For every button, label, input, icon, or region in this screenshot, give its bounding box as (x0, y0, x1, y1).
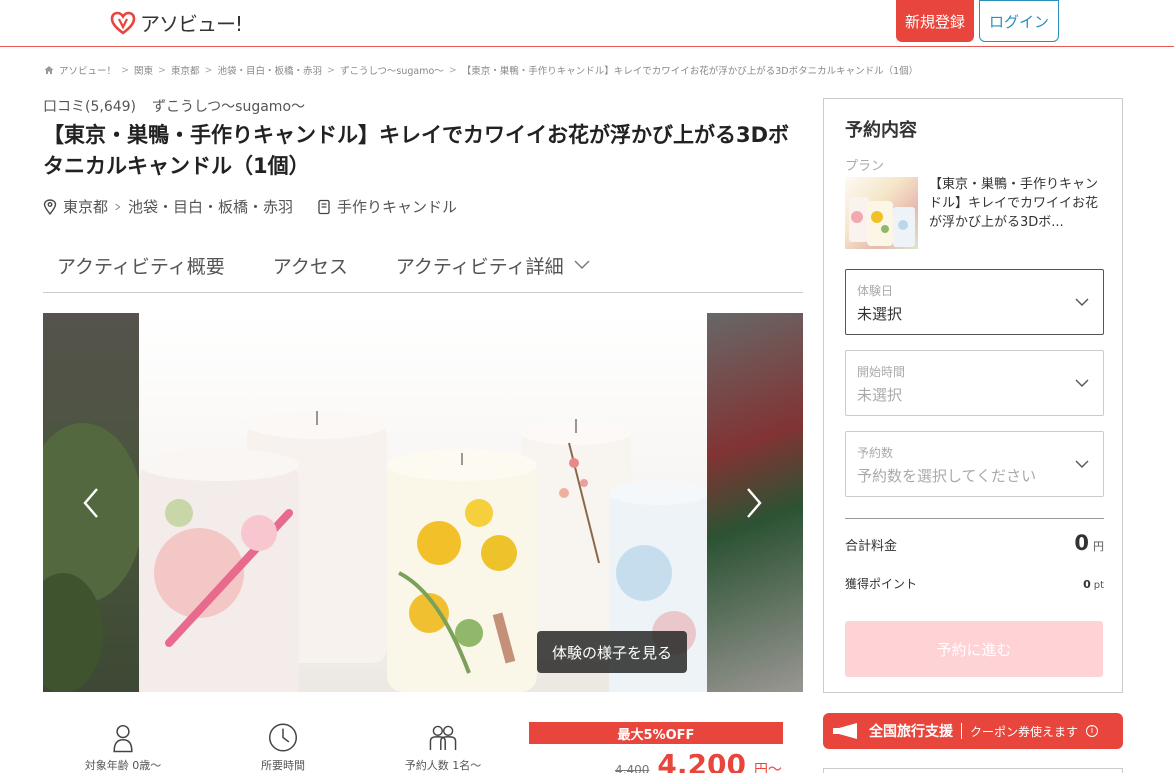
breadcrumb-separator: > (204, 64, 213, 76)
chevron-down-icon (574, 260, 590, 269)
group-icon (429, 725, 457, 751)
breadcrumb: アソビュー！ > 関東 > 東京都 > 池袋・目白・板橋・赤羽 > ずこうしつ〜… (44, 63, 918, 77)
site-header: アソビュー! 新規登録 ログイン (0, 0, 1174, 47)
date-select-value: 未選択 (857, 305, 903, 323)
points-label: 獲得ポイント (845, 577, 918, 591)
reserve-button[interactable]: 予約に進む (845, 621, 1103, 677)
chevron-down-icon (1075, 379, 1089, 387)
tab-overview[interactable]: アクティビティ概要 (43, 252, 225, 279)
total-amount: 0円 (1074, 531, 1104, 555)
tab-details[interactable]: アクティビティ詳細 (382, 252, 590, 279)
plan-thumbnail (845, 177, 918, 249)
breadcrumb-item-shop[interactable]: ずこうしつ〜sugamo〜 (340, 63, 444, 77)
activity-tabs: アクティビティ概要 アクセス アクティビティ詳細 (43, 238, 803, 293)
person-icon (113, 724, 133, 753)
chevron-down-icon (1075, 460, 1089, 468)
discount-badge: 最大5%OFF (529, 722, 783, 744)
breadcrumb-item-current: 【東京・巣鴨・手作りキャンドル】キレイでカワイイお花が浮かび上がる3Dボタニカル… (461, 66, 919, 77)
chevron-right-icon[interactable] (738, 483, 768, 523)
count-select-label: 予約数 (857, 446, 894, 460)
date-select[interactable]: 体験日 未選択 (845, 269, 1104, 335)
photo-carousel[interactable]: 体験の様子を見る (43, 313, 803, 692)
tab-label: アクセス (272, 255, 348, 278)
chevron-right-icon (115, 203, 121, 210)
view-experience-button[interactable]: 体験の様子を見る (537, 631, 687, 673)
points-amount: 0 pt (1083, 573, 1104, 592)
breadcrumb-separator: > (121, 64, 129, 76)
total-unit: 円 (1093, 540, 1104, 553)
travel-support-banner[interactable]: 全国旅行支援 クーポン券使えます i (823, 713, 1123, 749)
tab-label: アクティビティ詳細 (395, 255, 564, 278)
original-price: 4,400 (615, 763, 650, 773)
time-select-label: 開始時間 (857, 365, 906, 379)
breadcrumb-item-region[interactable]: 関東 (134, 63, 153, 77)
breadcrumb-item-home[interactable]: アソビュー！ (59, 63, 116, 77)
group-label: 予約人数 1名〜 (404, 759, 482, 772)
duration-label: 所要時間 (261, 759, 305, 772)
area-prefecture-link[interactable]: 東京都 (63, 196, 108, 217)
logo[interactable]: アソビュー! (110, 8, 243, 37)
count-select[interactable]: 予約数 予約数を選択してください (845, 431, 1104, 497)
points-value: 0 (1083, 578, 1091, 591)
tab-label: アクティビティ概要 (57, 255, 225, 278)
category-link[interactable]: 手作りキャンドル (337, 196, 457, 217)
next-panel-edge (823, 768, 1123, 773)
travel-banner-subtitle: クーポン券使えます (970, 724, 1079, 739)
login-button[interactable]: ログイン (979, 0, 1059, 42)
breadcrumb-separator: > (448, 64, 457, 76)
category-book-icon (318, 199, 330, 214)
divider (845, 518, 1104, 519)
breadcrumb-separator: > (326, 64, 335, 76)
review-count-link[interactable]: 口コミ(5,649) (43, 96, 136, 116)
heart-logo-icon (110, 11, 136, 35)
breadcrumb-item-prefecture[interactable]: 東京都 (171, 63, 200, 77)
logo-text: アソビュー! (140, 12, 243, 36)
plan-text[interactable]: 【東京・巣鴨・手作りキャンドル】キレイでカワイイお花が浮かび上がる3Dボ... (929, 175, 1103, 232)
activity-info-icons: 対象年齢 0歳〜 所要時間 予約人数 1名〜 (43, 722, 523, 773)
chevron-down-icon (1075, 298, 1089, 306)
travel-banner-title: 全国旅行支援 (869, 724, 953, 740)
breadcrumb-separator: > (158, 64, 166, 76)
location-pin-icon (43, 198, 57, 215)
sale-price: 4,200 (657, 748, 746, 773)
duration-info: 所要時間 (203, 722, 363, 773)
shop-name-link[interactable]: ずこうしつ〜sugamo〜 (152, 96, 305, 116)
total-label: 合計料金 (845, 539, 898, 554)
points-unit: pt (1093, 580, 1104, 591)
time-select-value: 未選択 (857, 386, 903, 404)
price-box: 最大5%OFF 4,400 4,200 円〜 (529, 722, 783, 773)
plan-label: プラン (845, 159, 885, 174)
divider (961, 723, 962, 739)
info-icon[interactable]: i (1086, 725, 1099, 737)
booking-panel: 予約内容 プラン 【東京・巣鴨・手作りキャンドル】キレイでカワイイお花が浮かび上… (823, 98, 1123, 693)
breadcrumb-item-area[interactable]: 池袋・目白・板橋・赤羽 (217, 63, 322, 77)
booking-title: 予約内容 (845, 120, 917, 141)
total-row: 合計料金 0円 (845, 531, 1104, 555)
megaphone-icon (833, 723, 857, 739)
home-icon (44, 66, 54, 74)
total-value: 0 (1074, 531, 1089, 555)
review-line: 口コミ(5,649) ずこうしつ〜sugamo〜 (43, 96, 305, 116)
price-line: 4,400 4,200 円〜 (529, 748, 783, 773)
age-label: 対象年齢 0歳〜 (84, 759, 162, 772)
date-select-label: 体験日 (857, 284, 894, 298)
group-info: 予約人数 1名〜 (363, 722, 523, 773)
age-info: 対象年齢 0歳〜 (43, 722, 203, 773)
points-row: 獲得ポイント 0 pt (845, 573, 1104, 592)
chevron-left-icon[interactable] (77, 483, 107, 523)
activity-meta: 東京都 池袋・目白・板橋・赤羽 手作りキャンドル (43, 196, 457, 217)
price-unit: 円〜 (753, 762, 782, 773)
time-select[interactable]: 開始時間 未選択 (845, 350, 1104, 416)
page-title: 【東京・巣鴨・手作りキャンドル】キレイでカワイイお花が浮かび上がる3Dボタニカル… (43, 123, 790, 178)
count-select-value: 予約数を選択してください (857, 467, 1037, 485)
tab-access[interactable]: アクセス (259, 252, 348, 279)
register-button[interactable]: 新規登録 (896, 0, 974, 42)
area-sub-link[interactable]: 池袋・目白・板橋・赤羽 (128, 196, 293, 217)
clock-icon (268, 723, 298, 752)
